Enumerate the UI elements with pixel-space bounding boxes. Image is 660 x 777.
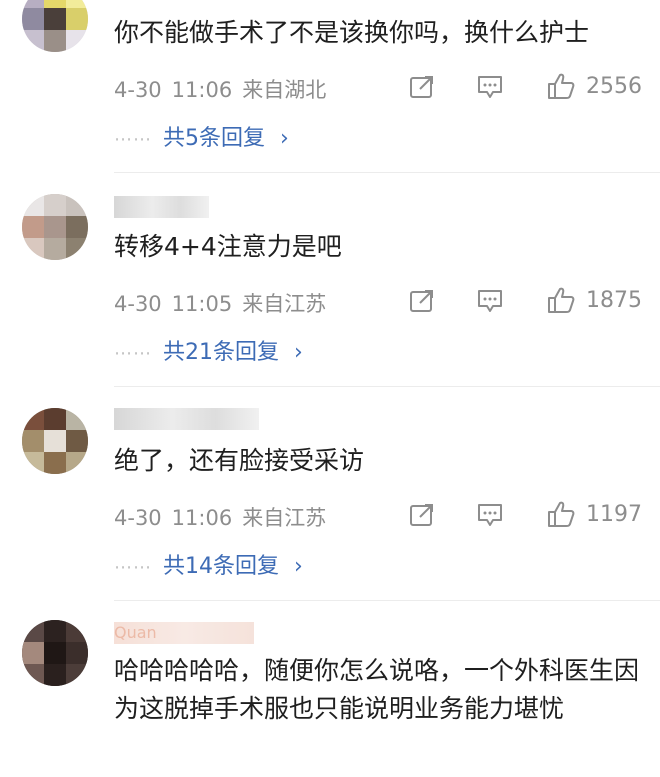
replies-label: 共14条回复	[163, 554, 279, 579]
replies-label: 共5条回复	[163, 126, 265, 151]
avatar[interactable]	[22, 408, 88, 474]
thumbs-up-icon[interactable]	[546, 286, 576, 314]
comment-date: 4-30	[114, 292, 162, 316]
username[interactable]	[114, 196, 209, 218]
thumbs-up-icon[interactable]	[546, 72, 576, 100]
replies-label: 共21条回复	[163, 340, 279, 365]
comment-location: 来自江苏	[242, 506, 327, 530]
comment-location: 来自江苏	[242, 292, 327, 316]
avatar[interactable]	[22, 0, 88, 52]
comment-icon[interactable]	[476, 74, 504, 100]
share-icon[interactable]	[408, 502, 436, 528]
comment-date: 4-30	[114, 78, 162, 102]
dots-decoration: ⋯⋯	[114, 557, 152, 578]
chevron-right-icon: ›	[294, 554, 303, 579]
comment-text: 哈哈哈哈哈，随便你怎么说咯，一个外科医生因为这脱掉手术服也只能说明业务能力堪忧	[114, 656, 640, 723]
comment-item: 绝了，还有脸接受采访 4-30 11:06 来自江苏 1197 ⋯⋯ 共14条回复 …	[0, 386, 660, 601]
comment-meta: 4-30 11:05 来自江苏	[114, 288, 336, 318]
view-replies-link[interactable]: ⋯⋯ 共14条回复 ›	[114, 548, 303, 580]
comment-time: 11:05	[171, 292, 233, 316]
comment-time: 11:06	[171, 78, 233, 102]
chevron-right-icon: ›	[294, 340, 303, 365]
comment-time: 11:06	[171, 506, 233, 530]
share-icon[interactable]	[408, 288, 436, 314]
view-replies-link[interactable]: ⋯⋯ 共21条回复 ›	[114, 334, 303, 366]
like-count: 1197	[586, 502, 642, 527]
comment-text: 转移4+4注意力是吧	[114, 232, 342, 261]
avatar[interactable]	[22, 620, 88, 686]
avatar[interactable]	[22, 194, 88, 260]
chevron-right-icon: ›	[280, 126, 289, 151]
comment-text: 你不能做手术了不是该换你吗，换什么护士	[114, 18, 590, 47]
comment-item: 转移4+4注意力是吧 4-30 11:05 来自江苏 1875 ⋯⋯ 共21条回复 …	[0, 172, 660, 387]
comment-location: 来自湖北	[242, 78, 327, 102]
username[interactable]: Quan	[114, 622, 254, 644]
comment-date: 4-30	[114, 506, 162, 530]
comment-text: 绝了，还有脸接受采访	[114, 446, 365, 475]
comment-icon[interactable]	[476, 502, 504, 528]
comment-item: 你不能做手术了不是该换你吗，换什么护士 4-30 11:06 来自湖北 2556 ⋯…	[0, 0, 660, 173]
dots-decoration: ⋯⋯	[114, 129, 152, 150]
dots-decoration: ⋯⋯	[114, 343, 152, 364]
comment-meta: 4-30 11:06 来自江苏	[114, 502, 336, 532]
view-replies-link[interactable]: ⋯⋯ 共5条回复 ›	[114, 120, 289, 152]
share-icon[interactable]	[408, 74, 436, 100]
username[interactable]	[114, 408, 259, 430]
comment-icon[interactable]	[476, 288, 504, 314]
comment-meta: 4-30 11:06 来自湖北	[114, 74, 336, 104]
like-count: 2556	[586, 74, 642, 99]
thumbs-up-icon[interactable]	[546, 500, 576, 528]
comment-item: Quan 哈哈哈哈哈，随便你怎么说咯，一个外科医生因为这脱掉手术服也只能说明业务…	[0, 600, 660, 777]
like-count: 1875	[586, 288, 642, 313]
